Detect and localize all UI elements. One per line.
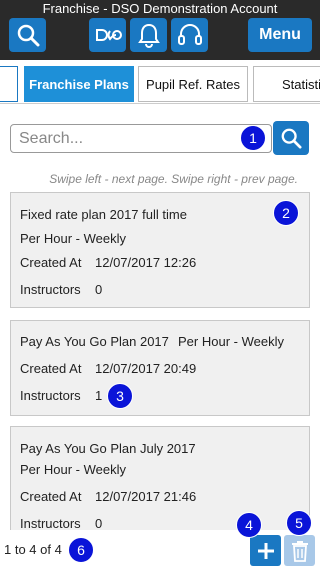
notifications-button[interactable] [130,18,167,52]
created-label: Created At [20,361,82,376]
instructors-value: 1 [95,388,103,403]
plan-card[interactable]: Fixed rate plan 2017 full time Per Hour … [10,192,310,308]
plan-card[interactable]: Pay As You Go Plan 2017 Per Hour - Weekl… [10,320,310,416]
instructors-value: 0 [95,282,103,297]
instructors-label: Instructors [20,282,81,297]
marker-1: 1 [240,125,266,151]
marker-3: 3 [107,383,133,409]
logo-icon [95,29,122,41]
marker-2: 2 [273,200,299,226]
created-label: Created At [20,489,82,504]
add-plan-button[interactable] [250,535,281,566]
marker-5: 5 [286,510,312,536]
plan-rate-type: Per Hour - Weekly [20,462,126,477]
plan-name: Pay As You Go Plan 2017 [20,334,169,349]
tab-bar: Franchise Plans Pupil Ref. Rates Statist… [0,60,320,104]
trash-icon [291,540,308,562]
plan-rate-type: Per Hour - Weekly [20,231,126,246]
plan-rate-type: Per Hour - Weekly [178,334,284,349]
paging-status: 1 to 4 of 4 [4,542,62,557]
marker-4: 4 [236,512,262,538]
headset-icon [177,24,202,45]
instructors-value: 0 [95,516,103,531]
search-icon [281,128,302,149]
instructors-label: Instructors [20,388,81,403]
created-value: 12/07/2017 12:26 [95,255,197,270]
plan-name: Fixed rate plan 2017 full time [20,207,187,222]
tab-franchise-plans[interactable]: Franchise Plans [24,66,134,102]
plus-icon [257,542,274,559]
instructors-label: Instructors [20,516,81,531]
search-submit-button[interactable] [273,121,309,155]
swipe-hint: Swipe left - next page. Swipe right - pr… [49,172,298,186]
header-search-button[interactable] [9,18,46,52]
marker-6: 6 [68,537,94,563]
account-title: Franchise - DSO Demonstration Account [42,1,278,16]
tab-previous[interactable] [0,66,18,102]
tab-statistics[interactable]: Statisti [253,66,320,102]
plan-name: Pay As You Go Plan July 2017 [20,441,196,456]
menu-button[interactable]: Menu [248,18,312,52]
delete-plan-button[interactable] [284,535,315,566]
plan-card[interactable]: Pay As You Go Plan July 2017 Per Hour - … [10,426,310,538]
created-value: 12/07/2017 20:49 [95,361,197,376]
created-label: Created At [20,255,82,270]
dso-logo-button[interactable] [89,18,126,52]
tab-pupil-ref-rates[interactable]: Pupil Ref. Rates [138,66,248,102]
bell-icon [137,23,160,48]
app-header: Franchise - DSO Demonstration Account Me… [0,0,320,60]
created-value: 12/07/2017 21:46 [95,489,197,504]
support-button[interactable] [171,18,208,52]
search-input[interactable] [10,124,272,153]
search-icon [17,24,39,47]
